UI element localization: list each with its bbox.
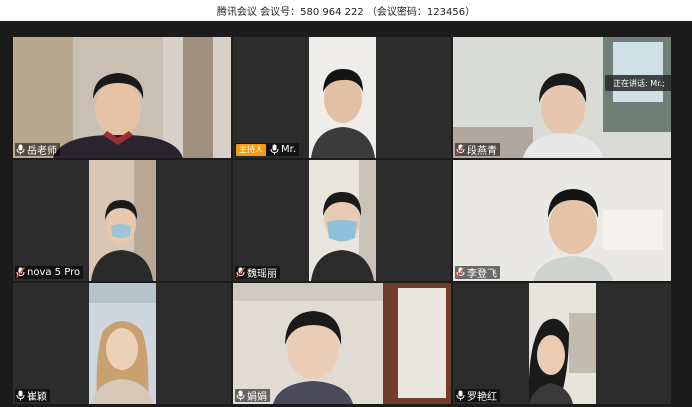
participant-name-label: nova 5 Pro <box>15 266 84 279</box>
participant-name: 段燕青 <box>467 146 497 157</box>
participant-tile[interactable]: 魏瑶丽 <box>233 160 451 281</box>
participant-video <box>453 37 671 158</box>
participant-name-label: 主持人 Mr. <box>235 143 299 156</box>
mic-muted-icon <box>236 267 245 278</box>
mic-muted-icon <box>456 144 465 155</box>
participant-name-label: 魏瑶丽 <box>235 266 280 280</box>
mic-icon <box>16 390 25 401</box>
participant-video <box>13 37 231 158</box>
participant-name: 李登飞 <box>467 269 497 280</box>
participant-name-label: 罗艳红 <box>455 389 500 403</box>
participant-name-label: 崔颖 <box>15 389 50 403</box>
window-title-bar: 腾讯会议 会议号：580 964 222 （会议密码：123456） <box>0 0 692 20</box>
participant-name: 岳老师 <box>27 146 57 157</box>
participant-video <box>89 283 156 404</box>
mic-muted-icon <box>456 267 465 278</box>
participant-tile[interactable]: 主持人 Mr. <box>233 37 451 158</box>
mic-icon <box>16 144 25 155</box>
mic-icon <box>456 390 465 401</box>
participant-video <box>233 283 451 404</box>
participant-tile[interactable]: 娟娟 <box>233 283 451 404</box>
participant-tile[interactable]: 崔颖 <box>13 283 231 404</box>
mic-icon <box>236 390 245 401</box>
participant-video <box>453 160 671 281</box>
participant-grid: 岳老师 主持人 Mr. 正在讲话: Mr.; 段燕青 nova 5 Pro 魏瑶… <box>13 37 672 407</box>
participant-name-label: 李登飞 <box>455 266 500 280</box>
mic-icon <box>270 144 279 155</box>
participant-name-label: 岳老师 <box>15 143 60 157</box>
participant-name-label: 娟娟 <box>235 389 270 403</box>
meeting-title: 腾讯会议 会议号：580 964 222 （会议密码：123456） <box>216 6 476 18</box>
participant-tile[interactable]: 岳老师 <box>13 37 231 158</box>
participant-name: nova 5 Pro <box>27 267 81 278</box>
participant-tile[interactable]: nova 5 Pro <box>13 160 231 281</box>
participant-name: 魏瑶丽 <box>247 269 277 280</box>
participant-tile[interactable]: 正在讲话: Mr.; 段燕青 <box>453 37 671 158</box>
participant-tile[interactable]: 罗艳红 <box>453 283 671 404</box>
participant-name: 娟娟 <box>247 392 267 403</box>
participant-video <box>89 160 156 281</box>
participant-name: 罗艳红 <box>467 392 497 403</box>
participant-tile[interactable]: 李登飞 <box>453 160 671 281</box>
host-badge: 主持人 <box>236 143 266 156</box>
participant-name-label: 段燕青 <box>455 143 500 157</box>
participant-video <box>309 160 376 281</box>
speaking-indicator: 正在讲话: Mr.; <box>605 75 671 91</box>
participant-name: Mr. <box>281 144 296 155</box>
participant-video <box>529 283 596 404</box>
video-stage: 岳老师 主持人 Mr. 正在讲话: Mr.; 段燕青 nova 5 Pro 魏瑶… <box>0 21 692 407</box>
participant-name: 崔颖 <box>27 392 47 403</box>
mic-muted-icon <box>16 267 25 278</box>
participant-video <box>309 37 376 158</box>
